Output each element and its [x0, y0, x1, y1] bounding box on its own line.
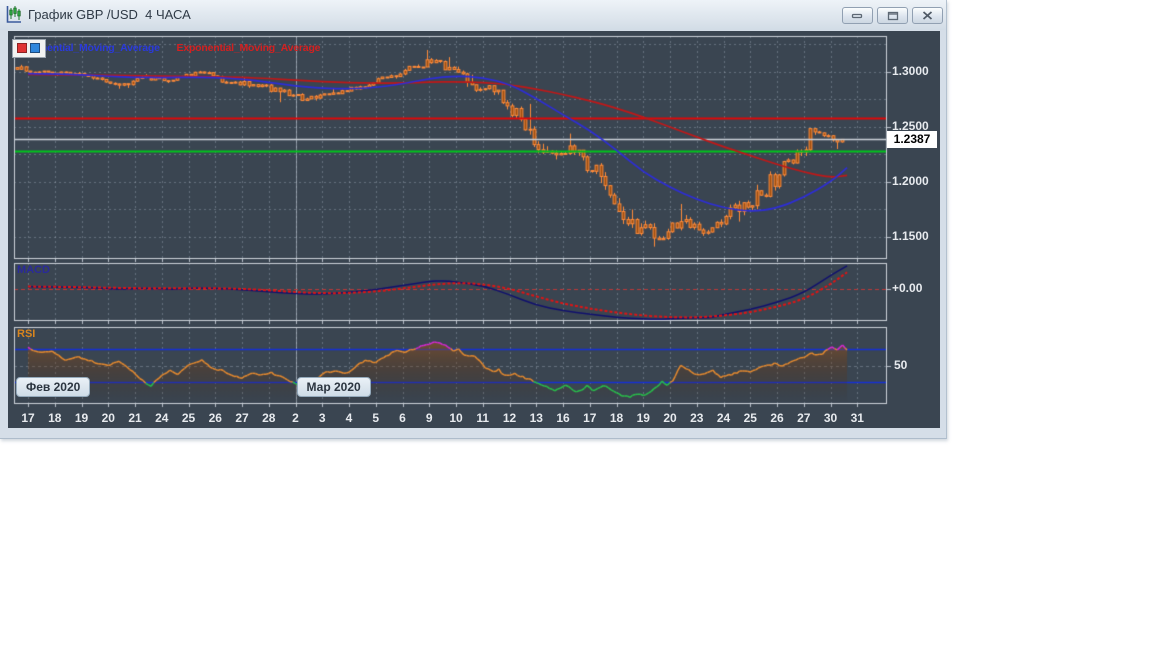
close-button[interactable]	[912, 7, 943, 24]
macd-zero-label: +0.00	[892, 281, 923, 295]
chart-canvas[interactable]	[8, 31, 940, 428]
indicator-legend: Exponential_Moving_Average Exponential_M…	[16, 42, 321, 54]
maximize-button[interactable]	[877, 7, 908, 24]
candlestick-chart-icon	[5, 5, 23, 25]
rsi-mid-label: 50	[894, 358, 908, 372]
maximize-icon	[887, 11, 898, 20]
window-controls	[842, 7, 943, 24]
window-title: График GBP /USD 4 ЧАСА	[28, 7, 191, 22]
month-badge-feb: Фев 2020	[16, 377, 91, 397]
legend-ema-slow: Exponential_Moving_Average	[176, 42, 321, 54]
chart-window: График GBP /USD 4 ЧАСА Exponential_Movin…	[0, 0, 947, 439]
red-indicator-button[interactable]	[17, 43, 27, 53]
macd-panel-label: MACD	[17, 264, 50, 276]
blue-indicator-button[interactable]	[30, 43, 40, 53]
month-badge-mar: Мар 2020	[296, 377, 371, 397]
title-bar[interactable]: График GBP /USD 4 ЧАСА	[0, 0, 946, 30]
close-icon	[922, 11, 933, 20]
rsi-panel-label: RSI	[17, 328, 36, 340]
minimize-icon	[851, 13, 863, 19]
indicator-buttons	[12, 39, 46, 58]
current-price-box: 1.2387	[887, 131, 937, 148]
minimize-button[interactable]	[842, 7, 873, 24]
chart-client-area: Exponential_Moving_Average Exponential_M…	[8, 31, 940, 428]
desktop-background: График GBP /USD 4 ЧАСА Exponential_Movin…	[0, 0, 1152, 648]
